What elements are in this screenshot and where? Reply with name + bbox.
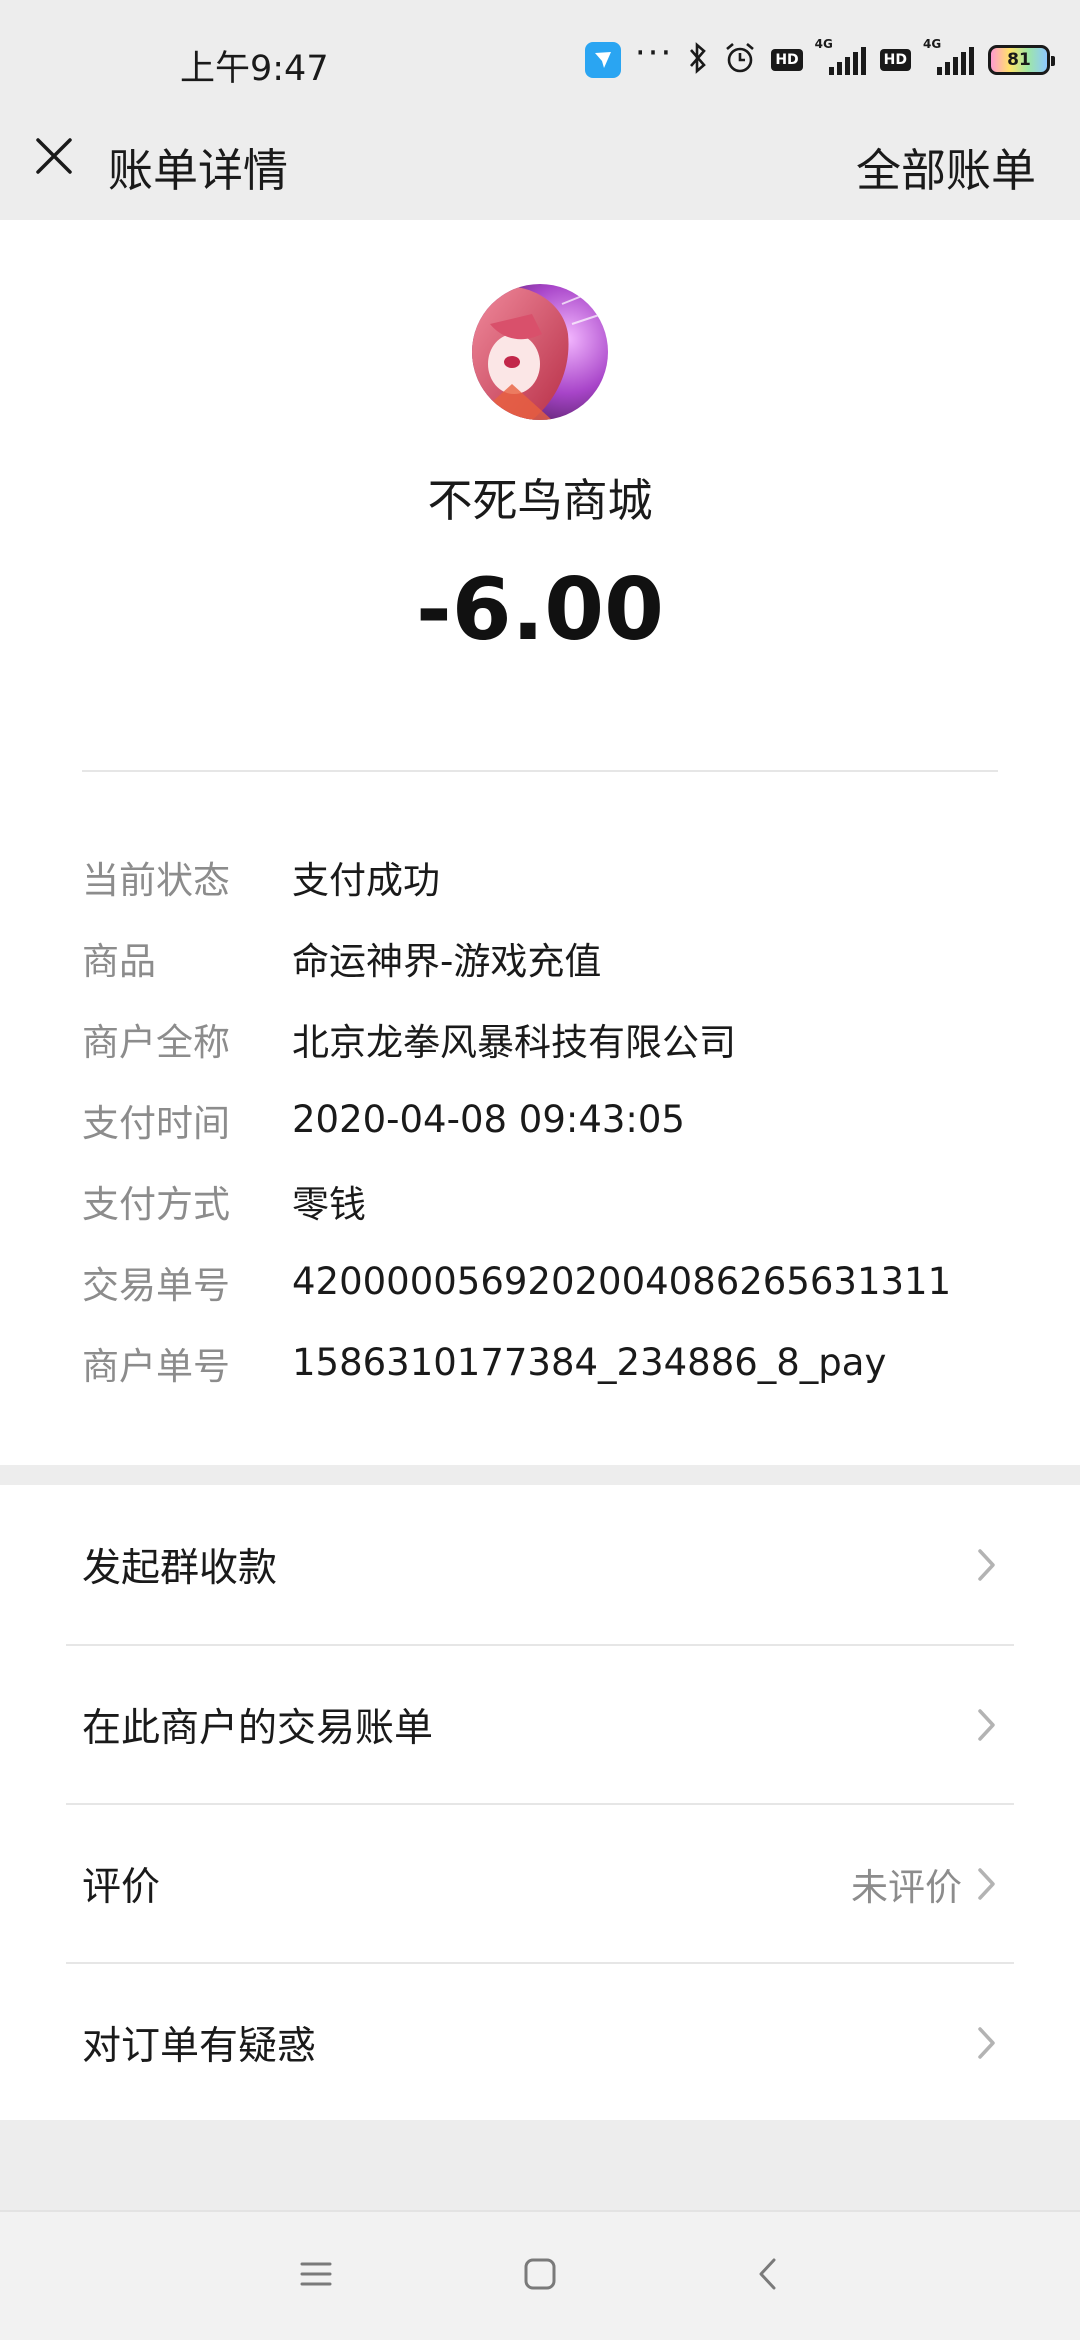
- signal-icon-2: 4G: [923, 37, 974, 75]
- detail-label: 商品: [82, 939, 156, 983]
- more-notifications-icon: ···: [634, 33, 674, 73]
- detail-label: 当前状态: [82, 858, 230, 902]
- detail-label: 支付方式: [82, 1182, 230, 1226]
- alarm-icon: [723, 41, 757, 79]
- merchant-avatar: [472, 284, 608, 420]
- system-nav-bar: [0, 2210, 1080, 2340]
- detail-value[interactable]: 1586310177384_234886_8_pay: [292, 1341, 886, 1384]
- page-title: 账单详情: [108, 144, 289, 197]
- action-label: 对订单有疑惑: [82, 2023, 317, 2069]
- hd-badge-2: HD: [879, 49, 911, 71]
- bluetooth-icon: [687, 41, 709, 79]
- detail-label: 支付时间: [82, 1101, 230, 1145]
- battery-icon: 81: [988, 45, 1055, 75]
- back-icon[interactable]: [744, 2250, 792, 2298]
- detail-row-payment-time: 支付时间 2020-04-08 09:43:05: [82, 1079, 998, 1160]
- chevron-right-icon: [976, 1866, 998, 1902]
- chevron-right-icon: [976, 1707, 998, 1743]
- detail-label: 交易单号: [82, 1263, 230, 1307]
- nav-bar: 账单详情 全部账单: [0, 110, 1080, 220]
- menu-icon[interactable]: [292, 2250, 340, 2298]
- signal-icon: 4G: [815, 37, 866, 75]
- detail-row-merchant-order-id: 商户单号 1586310177384_234886_8_pay: [82, 1322, 998, 1403]
- action-label: 评价: [82, 1864, 161, 1910]
- chevron-right-icon: [976, 2025, 998, 2061]
- action-label: 发起群收款: [82, 1545, 278, 1591]
- detail-value: 命运神界-游戏充值: [292, 939, 602, 983]
- hd-badge: HD: [771, 49, 803, 71]
- close-icon[interactable]: [32, 134, 76, 178]
- all-bills-button[interactable]: 全部账单: [856, 134, 1036, 199]
- detail-value: 2020-04-08 09:43:05: [292, 1098, 685, 1141]
- detail-row-transaction-id: 交易单号 4200000569202004086265631311: [82, 1241, 998, 1322]
- status-time: 上午9:47: [180, 49, 329, 89]
- detail-row-merchant-full-name: 商户全称 北京龙拳风暴科技有限公司: [82, 998, 998, 1079]
- divider: [82, 770, 998, 772]
- transaction-amount: -6.00: [416, 560, 664, 660]
- screen: 上午9:47 ··· HD 4G HD 4G 81 账单详情 全部账单 不死鸟商…: [0, 0, 1080, 2340]
- order-question-button[interactable]: 对订单有疑惑: [66, 1962, 1014, 2121]
- detail-label: 商户单号: [82, 1344, 230, 1388]
- status-icons: ··· HD 4G HD 4G 81: [584, 33, 1055, 82]
- detail-value: 零钱: [292, 1182, 366, 1226]
- rating-button[interactable]: 评价 未评价: [66, 1803, 1014, 1962]
- detail-value[interactable]: 4200000569202004086265631311: [292, 1260, 951, 1303]
- chevron-right-icon: [976, 1547, 998, 1583]
- detail-row-product: 商品 命运神界-游戏充值: [82, 917, 998, 998]
- action-label: 在此商户的交易账单: [82, 1705, 434, 1751]
- detail-row-status: 当前状态 支付成功: [82, 836, 998, 917]
- detail-label: 商户全称: [82, 1020, 230, 1064]
- home-icon[interactable]: [516, 2250, 564, 2298]
- battery-level: 81: [1007, 50, 1031, 70]
- bill-detail-card: 不死鸟商城 -6.00 当前状态 支付成功 商品 命运神界-游戏充值 商户全称 …: [0, 220, 1080, 1465]
- detail-value: 支付成功: [292, 858, 440, 902]
- detail-row-payment-method: 支付方式 零钱: [82, 1160, 998, 1241]
- group-collect-button[interactable]: 发起群收款: [0, 1485, 1080, 1644]
- notification-app-icon: [584, 42, 621, 78]
- detail-value: 北京龙拳风暴科技有限公司: [292, 1020, 736, 1064]
- action-list: 发起群收款 在此商户的交易账单 评价 未评价 对订单有疑惑: [0, 1485, 1080, 2120]
- rating-status: 未评价: [851, 1865, 962, 1909]
- status-bar: 上午9:47 ··· HD 4G HD 4G 81: [0, 0, 1080, 110]
- merchant-bills-button[interactable]: 在此商户的交易账单: [66, 1644, 1014, 1803]
- detail-list: 当前状态 支付成功 商品 命运神界-游戏充值 商户全称 北京龙拳风暴科技有限公司…: [82, 836, 998, 1403]
- merchant-name: 不死鸟商城: [427, 474, 653, 527]
